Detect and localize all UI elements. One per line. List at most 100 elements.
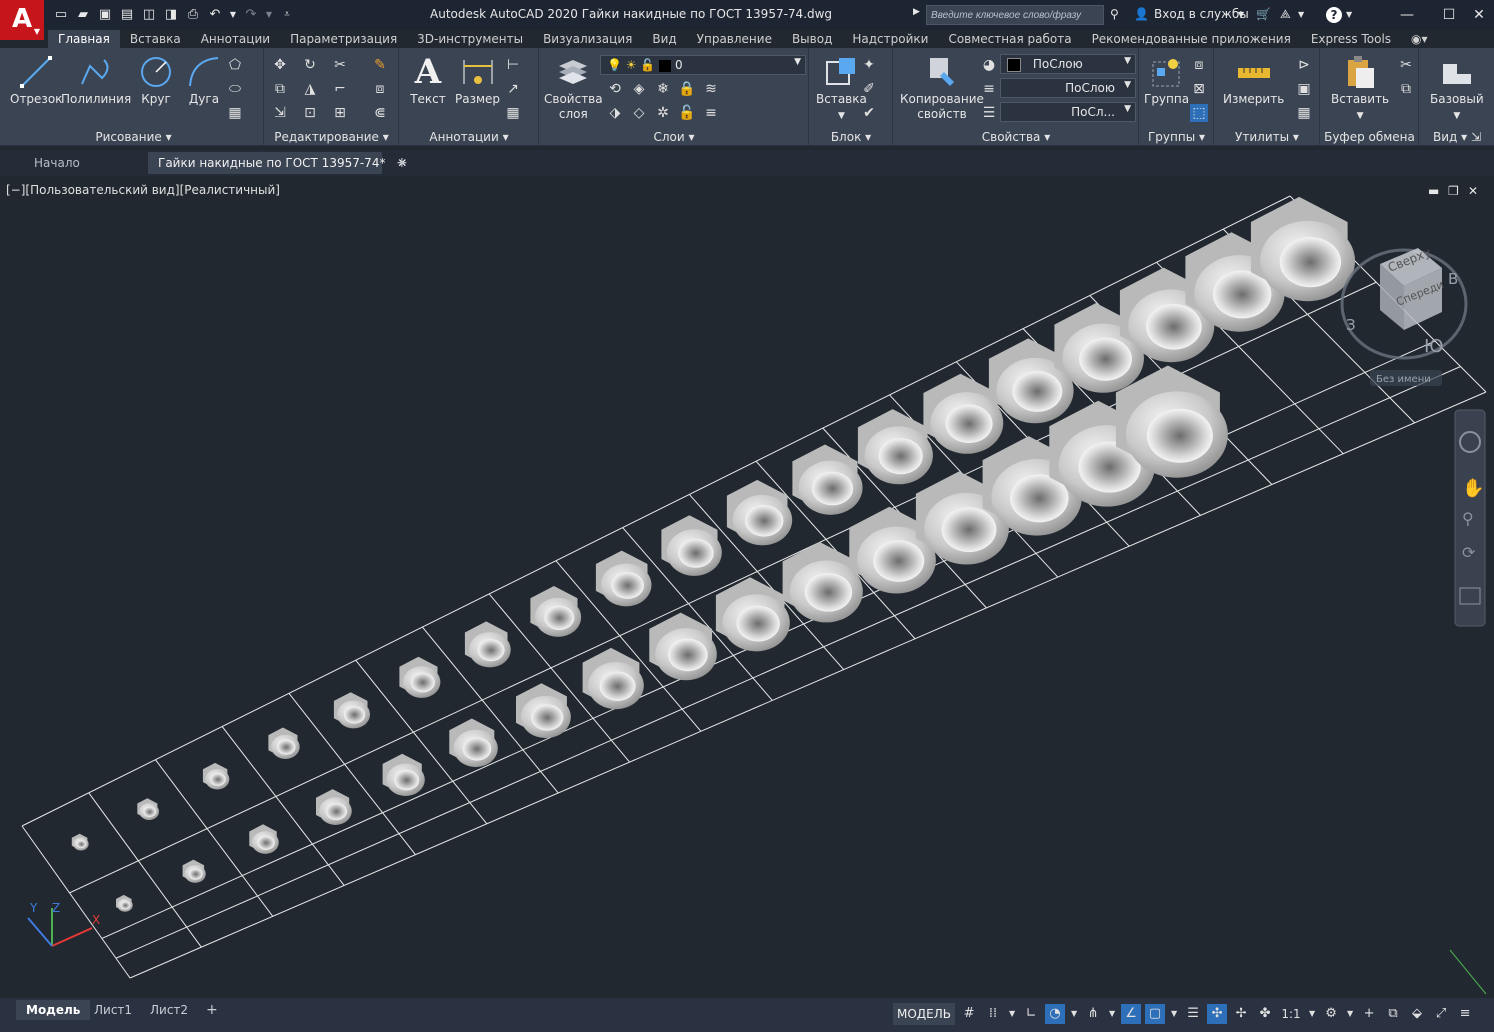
edit-block-icon[interactable]: ✐ [860, 80, 878, 98]
viewcube-west-label[interactable]: З [1346, 316, 1356, 334]
panel-block-title[interactable]: Блок ▾ [810, 130, 892, 144]
array-icon[interactable]: ⊞ [331, 104, 349, 122]
redo-icon[interactable]: ↷ [242, 6, 260, 24]
search-input[interactable] [926, 5, 1104, 25]
workspace-gear-icon[interactable]: ⚙ [1321, 1004, 1341, 1024]
edit-attributes-icon[interactable]: ✔ [860, 104, 878, 122]
signin-button[interactable]: Вход в службы [1154, 7, 1249, 21]
layer-thaw-icon[interactable]: ✲ [654, 104, 672, 122]
stretch-icon[interactable]: ⇲ [271, 104, 289, 122]
layer-match-icon[interactable]: ≋ [702, 80, 720, 98]
tab-layout1[interactable]: Лист1 [84, 1000, 142, 1020]
viewcube[interactable]: Сверху Спереди В З Ю Без имени [1340, 245, 1468, 386]
tab-collaborate[interactable]: Совместная работа [938, 30, 1081, 48]
model-space-toggle[interactable]: МОДЕЛЬ [893, 1003, 956, 1025]
ungroup-icon[interactable]: ⧈ [1190, 56, 1208, 74]
base-view-button[interactable]: Базовый ▼ [1430, 54, 1484, 124]
create-block-icon[interactable]: ✦ [860, 56, 878, 74]
chevron-down-icon[interactable]: ▼ [1069, 1004, 1079, 1024]
web-save-icon[interactable]: ◨ [162, 6, 180, 24]
hardware-acceleration-icon[interactable]: ⬙ [1407, 1004, 1427, 1024]
panel-modify-title[interactable]: Редактирование ▾ [265, 130, 398, 144]
add-layout-icon[interactable]: + [196, 1000, 228, 1020]
minimize-icon[interactable]: — [1396, 4, 1418, 26]
paste-button[interactable]: Вставить ▼ [1331, 54, 1389, 124]
isolate-objects-icon[interactable]: ⧉ [1383, 1004, 1403, 1024]
lineweight-icon[interactable]: ≡ [980, 80, 998, 98]
orbit-icon[interactable]: ⟳ [1462, 543, 1476, 562]
tab-home[interactable]: Главная [48, 30, 120, 48]
auto-scale-icon[interactable]: ✤ [1255, 1004, 1275, 1024]
ortho-icon[interactable]: ∟ [1021, 1004, 1041, 1024]
ribbon-options-icon[interactable]: ◉▾ [1401, 30, 1438, 48]
grid-icon[interactable]: # [959, 1004, 979, 1024]
polygon-icon[interactable]: ⬠ [226, 56, 244, 74]
zoom-icon[interactable]: ⚲ [1462, 509, 1474, 528]
panel-properties-title[interactable]: Свойства ▾ [894, 130, 1138, 144]
rotate-icon[interactable]: ↻ [301, 56, 319, 74]
panel-draw-title[interactable]: Рисование ▾ [4, 130, 263, 144]
linetype-icon[interactable]: ☰ [980, 104, 998, 122]
chevron-down-icon[interactable]: ▼ [1007, 1004, 1017, 1024]
open-folder-icon[interactable]: ▰ [74, 6, 92, 24]
panel-groups-title[interactable]: Группы ▾ [1140, 130, 1213, 144]
tab-addins[interactable]: Надстройки [842, 30, 938, 48]
layer-isolate-icon[interactable]: ◈ [630, 80, 648, 98]
selection-cycling-icon[interactable]: ✣ [1207, 1004, 1228, 1024]
layer-unlock-icon[interactable]: 🔓 [678, 104, 696, 122]
polyline-button[interactable]: Полилиния [61, 54, 131, 107]
chevron-down-icon[interactable]: ▼ [1345, 1004, 1355, 1024]
pan-icon[interactable]: ✋ [1462, 477, 1484, 499]
copy-clip-icon[interactable]: ⧉ [1397, 80, 1415, 98]
new-file-icon[interactable]: ▭ [52, 6, 70, 24]
autodesk-a360-icon[interactable]: ⟁ [1280, 7, 1291, 22]
tab-model[interactable]: Модель [16, 1000, 91, 1020]
fillet-icon[interactable]: ⌐ [331, 80, 349, 98]
text-button[interactable]: A Текст [410, 54, 446, 107]
viewcube-east-label[interactable]: В [1448, 270, 1458, 288]
tab-layout2[interactable]: Лист2 [140, 1000, 198, 1020]
binoculars-icon[interactable]: ⚲ [1110, 7, 1119, 21]
user-icon[interactable]: 👤 [1134, 7, 1149, 21]
panel-annotation-title[interactable]: Аннотации ▾ [400, 130, 538, 144]
tab-annotate[interactable]: Аннотации [191, 30, 280, 48]
maximize-icon[interactable]: ☐ [1438, 4, 1460, 26]
group-button[interactable]: Группа [1144, 54, 1189, 107]
offset-icon[interactable]: ⋐ [371, 104, 389, 122]
leader-icon[interactable]: ↗ [504, 80, 522, 98]
tab-start[interactable]: Начало [24, 152, 90, 174]
save-icon[interactable]: ▣ [96, 6, 114, 24]
viewport-controls-label[interactable]: [−][Пользовательский вид][Реалистичный] [6, 183, 280, 197]
color-wheel-icon[interactable]: ◕ [980, 56, 998, 74]
color-dropdown[interactable]: ПоСлою ▼ [1000, 54, 1136, 74]
web-open-icon[interactable]: ◫ [140, 6, 158, 24]
annotation-scale[interactable]: 1:1 [1279, 1004, 1303, 1024]
close-icon[interactable]: ✕ [1468, 4, 1490, 26]
tab-view[interactable]: Вид [642, 30, 686, 48]
close-viewport-icon[interactable]: ✕ [1468, 184, 1478, 198]
isodraft-icon[interactable]: ⋔ [1083, 1004, 1103, 1024]
new-tab-icon[interactable]: + [386, 152, 418, 174]
annotation-visibility-icon[interactable]: ✢ [1231, 1004, 1251, 1024]
object-snap-icon[interactable]: ▢ [1145, 1004, 1166, 1024]
tab-manage[interactable]: Управление [687, 30, 782, 48]
quick-select-icon[interactable]: ⊳ [1295, 56, 1313, 74]
panel-view-title[interactable]: Вид ▾ ⇲ [1420, 130, 1494, 144]
model-space-canvas[interactable]: Y Z X Сверху Спереди В З Ю Без имени ✋ ⚲… [0, 178, 1494, 998]
undo-dropdown-icon[interactable]: ▼ [228, 6, 238, 24]
layer-freeze-icon[interactable]: ❄ [654, 80, 672, 98]
tab-output[interactable]: Вывод [782, 30, 842, 48]
chevron-down-icon[interactable]: ▼ [1298, 10, 1304, 19]
trim-icon[interactable]: ✂ [331, 56, 349, 74]
group-edit-icon[interactable]: ⊠ [1190, 80, 1208, 98]
layer-walk-icon[interactable]: ≡ [702, 104, 720, 122]
minimize-viewport-icon[interactable]: ▬ [1428, 184, 1439, 198]
customize-icon[interactable]: ≡ [1455, 1004, 1475, 1024]
chevron-down-icon[interactable]: ▼ [1307, 1004, 1317, 1024]
scale-icon[interactable]: ⊡ [301, 104, 319, 122]
restore-viewport-icon[interactable]: ❐ [1448, 184, 1459, 198]
linetype-dropdown[interactable]: ПоСл... ▼ [1000, 102, 1136, 122]
help-icon[interactable]: ? [1326, 7, 1342, 23]
line-button[interactable]: Отрезок [10, 54, 62, 107]
make-current-icon[interactable]: ⬗ [606, 104, 624, 122]
